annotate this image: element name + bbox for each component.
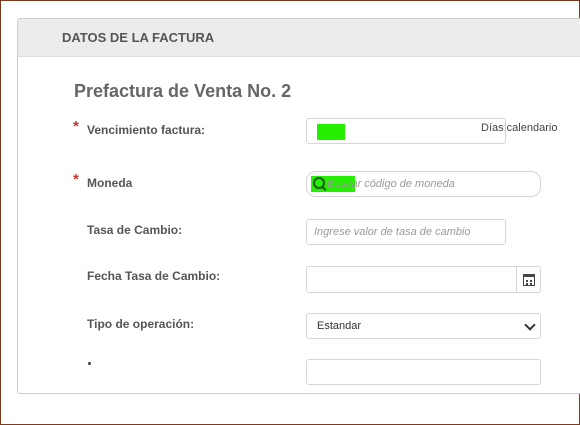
required-mark: *	[73, 118, 79, 135]
moneda-search-input[interactable]: Buscar código de moneda	[306, 171, 541, 197]
moneda-label: Moneda	[87, 176, 133, 190]
fecha-tasa-input[interactable]	[306, 266, 541, 293]
vencimiento-input[interactable]	[306, 118, 506, 144]
calendar-icon	[522, 274, 535, 286]
tipo-operacion-value: Estandar	[317, 320, 362, 332]
highlight-marker	[317, 124, 345, 140]
tasa-cambio-placeholder: Ingrese valor de tasa de cambio	[314, 226, 471, 238]
tipo-operacion-select[interactable]: Estandar	[306, 313, 541, 339]
calendar-button[interactable]	[516, 267, 540, 293]
chevron-down-icon	[524, 319, 536, 331]
next-field-label	[88, 362, 91, 365]
tasa-cambio-input[interactable]: Ingrese valor de tasa de cambio	[306, 219, 506, 245]
required-mark: *	[73, 171, 79, 188]
tipo-operacion-label: Tipo de operación:	[87, 317, 195, 331]
dias-calendario-label: Días calendario	[481, 122, 558, 134]
card-header: DATOS DE LA FACTURA	[18, 19, 580, 57]
moneda-placeholder: Buscar código de moneda	[327, 178, 455, 190]
fecha-tasa-label: Fecha Tasa de Cambio:	[87, 269, 221, 283]
page-title: Prefactura de Venta No. 2	[74, 81, 292, 101]
tasa-cambio-label: Tasa de Cambio:	[87, 223, 183, 237]
invoice-data-card: DATOS DE LA FACTURA Prefactura de Venta …	[17, 18, 580, 394]
next-field-input[interactable]	[306, 359, 541, 385]
vencimiento-label: Vencimiento factura:	[87, 123, 206, 137]
search-icon	[313, 177, 325, 189]
card-header-title: DATOS DE LA FACTURA	[62, 30, 215, 45]
